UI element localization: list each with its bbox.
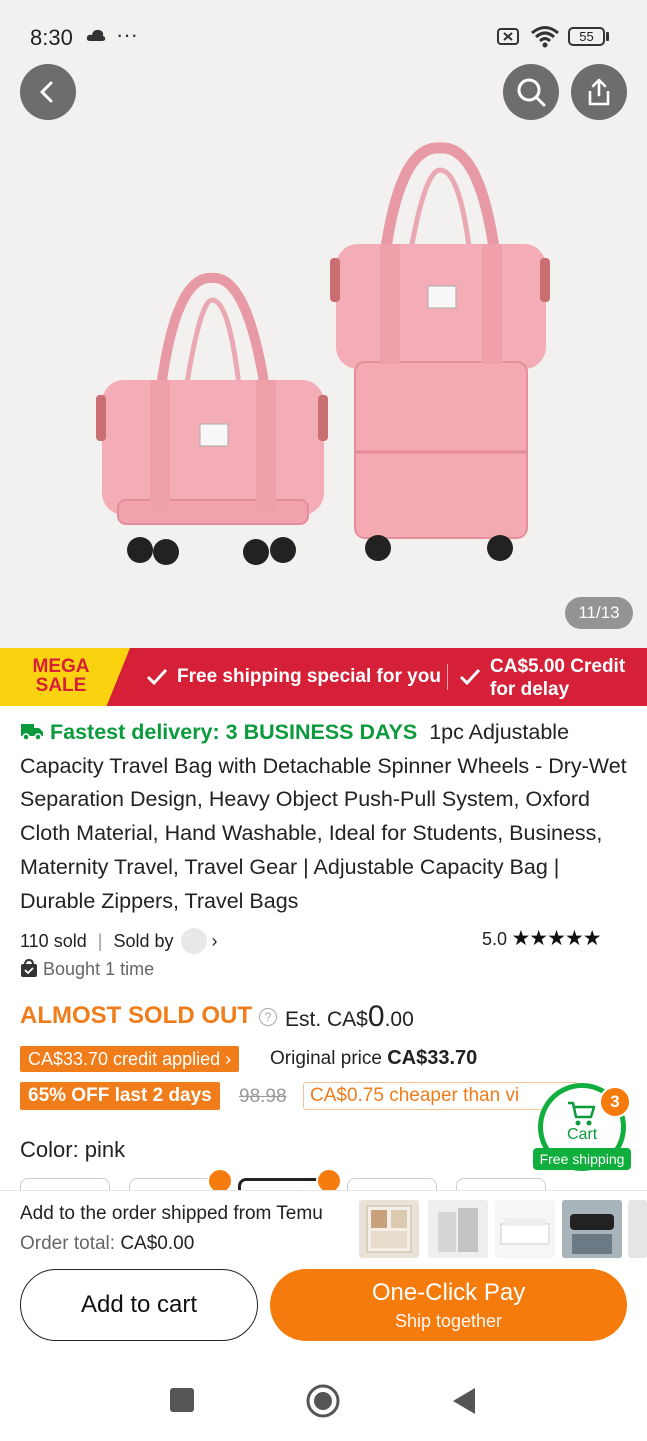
- bought-text: Bought 1 time: [43, 959, 155, 979]
- thumbnail-item[interactable]: [628, 1200, 647, 1258]
- original-price: Original price CA$33.70: [270, 1047, 477, 1070]
- est-decimal: .00: [384, 1008, 414, 1031]
- rating[interactable]: 5.0 ★★★★★: [482, 926, 602, 951]
- help-icon[interactable]: ?: [259, 1008, 277, 1026]
- one-click-pay-button[interactable]: One-Click Pay Ship together: [270, 1269, 627, 1341]
- home-button[interactable]: [305, 1383, 341, 1419]
- thumbnail-item[interactable]: [495, 1200, 555, 1258]
- mega-line1: MEGA: [32, 656, 90, 677]
- car-mirror-image: [562, 1200, 622, 1258]
- bag-icon: [21, 958, 37, 977]
- discount-badge: 65% OFF last 2 days: [20, 1082, 220, 1110]
- status-time: 8:30: [30, 25, 73, 50]
- strike-price: 98.98: [239, 1086, 287, 1107]
- cart-free-shipping: Free shipping: [533, 1148, 631, 1170]
- bed-image: [500, 1218, 550, 1245]
- thumbnail-item[interactable]: [428, 1200, 488, 1258]
- order-total-value: CA$0.00: [120, 1233, 195, 1254]
- thumbnail-item[interactable]: [359, 1200, 419, 1258]
- wifi-icon: [531, 26, 559, 48]
- fastest-delivery: Fastest delivery: 3 BUSINESS DAYS: [49, 720, 418, 744]
- back-button[interactable]: [20, 64, 76, 120]
- sold-count: 110 sold: [20, 931, 87, 951]
- seller-avatar[interactable]: [180, 928, 207, 954]
- add-to-cart-button[interactable]: Add to cart: [20, 1269, 258, 1341]
- cloud-icon: [86, 29, 106, 41]
- free-shipping-text: Free shipping special for you: [177, 666, 441, 687]
- add-order-text: Add to the order shipped from Temu: [20, 1203, 323, 1224]
- sold-by-label: Sold by: [113, 931, 174, 951]
- check-icon: [459, 668, 481, 686]
- mega-line2: SALE: [35, 675, 87, 696]
- est-integer: 0: [367, 1000, 385, 1033]
- credit-applied-badge[interactable]: CA$33.70 credit applied ›: [20, 1046, 240, 1072]
- meta-divider: |: [97, 931, 103, 951]
- rating-stars: ★★★★★: [511, 927, 601, 950]
- cart-label: Cart: [567, 1126, 598, 1143]
- search-icon: [517, 78, 546, 107]
- bag-pack-image: [438, 1208, 478, 1252]
- est-prefix: Est. CA$: [285, 1008, 368, 1031]
- original-value: CA$33.70: [387, 1047, 478, 1069]
- back-nav-button[interactable]: [451, 1386, 477, 1416]
- credit-line1: CA$5.00 Credit: [490, 656, 626, 677]
- original-label: Original price: [270, 1048, 382, 1069]
- battery-indicator: 55: [568, 27, 605, 46]
- thumbnail-item[interactable]: [562, 1200, 622, 1258]
- order-total: Order total: CA$0.00: [20, 1233, 194, 1255]
- color-label: Color: pink: [20, 1137, 126, 1162]
- product-title: Fastest delivery: 3 BUSINESS DAYS 1pc Ad…: [20, 716, 630, 918]
- banner-divider: [447, 664, 448, 690]
- mega-sale-text: MEGA SALE: [30, 657, 92, 695]
- recents-button[interactable]: [170, 1388, 194, 1412]
- bought-row: Bought 1 time: [20, 958, 155, 980]
- battery-tip: [606, 32, 609, 41]
- credit-line2: for delay: [490, 679, 570, 700]
- cart-count-badge: 3: [599, 1086, 631, 1118]
- image-counter: 11/13: [565, 597, 633, 629]
- ship-together-label: Ship together: [394, 1311, 503, 1331]
- almost-sold-out: ALMOST SOLD OUT: [20, 1002, 252, 1029]
- delay-credit-text: CA$5.00 Credit for delay: [490, 655, 625, 701]
- order-total-label: Order total:: [20, 1233, 116, 1254]
- share-icon: [588, 78, 610, 106]
- no-sim-icon: [497, 28, 519, 45]
- estimated-price: Est. CA$0.00: [285, 1000, 414, 1034]
- chevron-right-icon: ›: [211, 931, 218, 951]
- title-text: 1pc Adjustable Capacity Travel Bag with …: [20, 720, 627, 913]
- search-button[interactable]: [503, 64, 559, 120]
- cheaper-badge: CA$0.75 cheaper than vi: [303, 1082, 579, 1110]
- share-button[interactable]: [571, 64, 627, 120]
- shelf-image: [366, 1205, 412, 1253]
- sold-row[interactable]: 110 sold | Sold by ›: [20, 928, 218, 954]
- chevron-right-icon: ›: [225, 1049, 232, 1069]
- back-arrow-icon: [40, 81, 53, 103]
- one-click-label: One-Click Pay: [371, 1279, 526, 1306]
- status-bar: 8:30 ··· 55: [0, 0, 647, 70]
- check-icon: [146, 668, 168, 686]
- rating-value: 5.0: [482, 929, 508, 949]
- cart-icon: [568, 1101, 596, 1126]
- truck-icon: [21, 724, 43, 741]
- status-more: ···: [116, 22, 138, 47]
- credit-applied-text: CA$33.70 credit applied: [28, 1049, 221, 1069]
